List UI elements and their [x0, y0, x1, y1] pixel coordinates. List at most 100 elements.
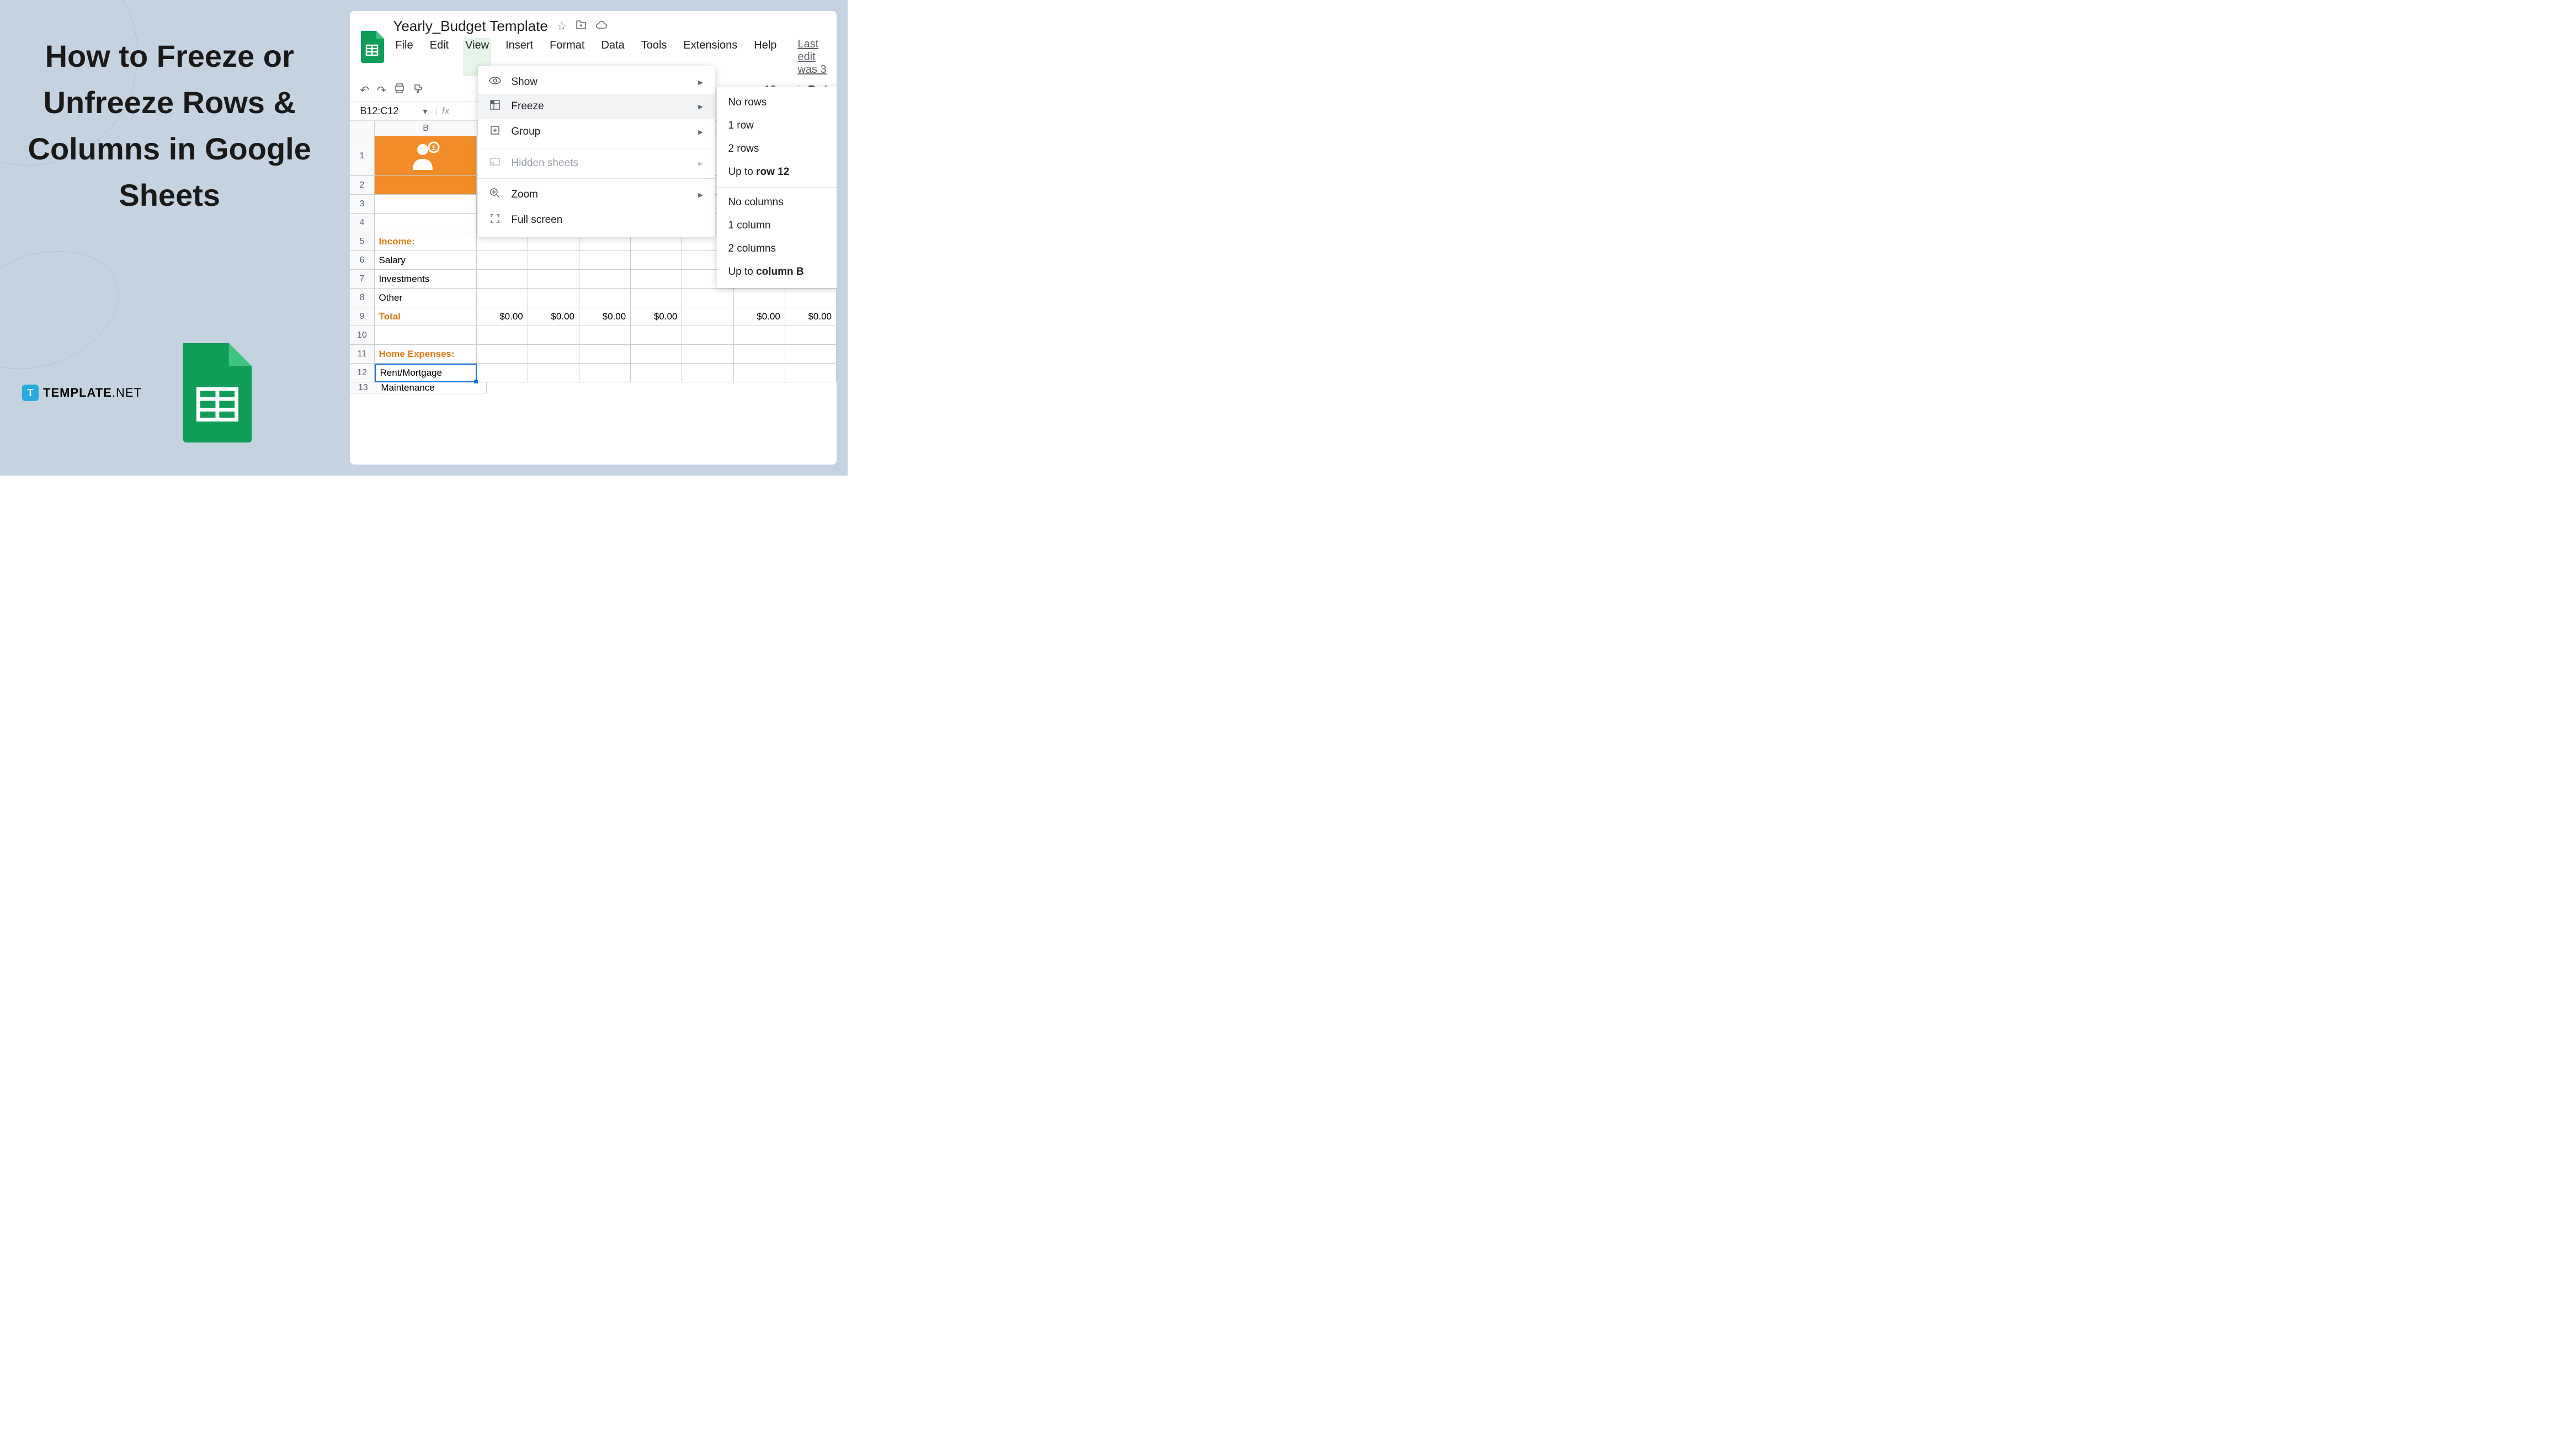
menu-label: Hidden sheets	[511, 157, 578, 169]
cell[interactable]	[528, 345, 579, 364]
cell[interactable]	[631, 251, 682, 270]
row-header-11[interactable]: 11	[350, 345, 374, 364]
row-header-7[interactable]: 7	[350, 270, 374, 289]
cell[interactable]	[785, 289, 837, 307]
cell[interactable]	[375, 214, 477, 232]
cell[interactable]	[682, 326, 733, 345]
cell[interactable]	[579, 251, 631, 270]
cell-other[interactable]: Other	[375, 289, 477, 307]
submenu-no-columns[interactable]: No columns	[717, 191, 837, 214]
cell[interactable]	[631, 270, 682, 289]
cell-salary[interactable]: Salary	[375, 251, 477, 270]
menu-item-freeze[interactable]: Freeze ►	[478, 94, 715, 119]
cell[interactable]	[375, 176, 477, 195]
cell[interactable]	[528, 251, 579, 270]
selection-handle[interactable]	[474, 380, 478, 383]
row-header-10[interactable]: 10	[350, 326, 374, 345]
cell[interactable]	[579, 364, 631, 382]
cell[interactable]	[631, 364, 682, 382]
menu-item-fullscreen[interactable]: Full screen	[478, 207, 715, 233]
row-header-6[interactable]: 6	[350, 251, 374, 270]
cell[interactable]	[734, 289, 785, 307]
cell[interactable]	[528, 270, 579, 289]
cell[interactable]	[579, 270, 631, 289]
row-header-5[interactable]: 5	[350, 232, 374, 251]
cell[interactable]	[682, 289, 733, 307]
menu-help[interactable]: Help	[752, 38, 779, 76]
cell[interactable]	[631, 289, 682, 307]
cell-money[interactable]: $0.00	[528, 307, 579, 326]
cell[interactable]	[682, 364, 733, 382]
row-header-3[interactable]: 3	[350, 195, 374, 214]
cell[interactable]	[631, 345, 682, 364]
cell[interactable]	[579, 345, 631, 364]
cell[interactable]	[477, 251, 528, 270]
cell[interactable]	[785, 345, 837, 364]
submenu-up-to-row[interactable]: Up to row 12	[717, 161, 837, 184]
cell[interactable]	[477, 289, 528, 307]
undo-button[interactable]: ↶	[360, 83, 369, 97]
cell[interactable]	[785, 364, 837, 382]
print-button[interactable]	[394, 83, 405, 97]
submenu-1-column[interactable]: 1 column	[717, 214, 837, 237]
document-title[interactable]: Yearly_Budget Template	[393, 18, 547, 35]
cell[interactable]	[477, 345, 528, 364]
row-header-4[interactable]: 4	[350, 214, 374, 232]
cell[interactable]	[734, 345, 785, 364]
submenu-2-columns[interactable]: 2 columns	[717, 237, 837, 260]
menu-item-group[interactable]: Group ►	[478, 119, 715, 145]
cell-money[interactable]: $0.00	[631, 307, 682, 326]
cell-total[interactable]: Total	[375, 307, 477, 326]
row-header-12[interactable]: 12	[350, 364, 374, 382]
cell[interactable]	[375, 326, 477, 345]
row-header-2[interactable]: 2	[350, 176, 374, 195]
cell-image[interactable]: $	[375, 136, 477, 176]
cell[interactable]	[375, 195, 477, 214]
cell[interactable]	[682, 345, 733, 364]
cell-rent-selected[interactable]: Rent/Mortgage	[375, 364, 477, 382]
cell-investments[interactable]: Investments	[375, 270, 477, 289]
cloud-icon[interactable]	[595, 20, 608, 33]
cell[interactable]	[528, 364, 579, 382]
star-icon[interactable]: ☆	[557, 19, 567, 33]
submenu-2-rows[interactable]: 2 rows	[717, 137, 837, 161]
cell-money[interactable]: $0.00	[477, 307, 528, 326]
cell[interactable]	[682, 307, 733, 326]
cell-maintenance[interactable]: Maintenance	[376, 382, 487, 393]
last-edit-link[interactable]: Last edit was 3	[797, 38, 827, 76]
row-header-8[interactable]: 8	[350, 289, 374, 307]
cell[interactable]	[477, 364, 528, 382]
cell[interactable]	[579, 326, 631, 345]
cell[interactable]	[477, 326, 528, 345]
submenu-up-to-column[interactable]: Up to column B	[717, 260, 837, 284]
name-box-dropdown-icon[interactable]: ▾	[423, 106, 427, 117]
row-header-9[interactable]: 9	[350, 307, 374, 326]
cell[interactable]	[734, 326, 785, 345]
cell-money[interactable]: $0.00	[734, 307, 785, 326]
row-header-13[interactable]: 13	[350, 382, 376, 393]
row-header-1[interactable]: 1	[350, 136, 374, 176]
menu-file[interactable]: File	[393, 38, 415, 76]
select-all-corner[interactable]	[350, 121, 375, 136]
cell-money[interactable]: $0.00	[785, 307, 837, 326]
move-folder-icon[interactable]	[576, 20, 587, 33]
cell-income[interactable]: Income:	[375, 232, 477, 251]
submenu-no-rows[interactable]: No rows	[717, 91, 837, 114]
menu-item-zoom[interactable]: Zoom ►	[478, 182, 715, 207]
cell-home-expenses[interactable]: Home Expenses:	[375, 345, 477, 364]
cell[interactable]	[528, 326, 579, 345]
cell[interactable]	[477, 270, 528, 289]
cell[interactable]	[785, 326, 837, 345]
submenu-1-row[interactable]: 1 row	[717, 114, 837, 137]
name-box[interactable]: B12:C12	[360, 105, 415, 117]
menu-item-show[interactable]: Show ►	[478, 71, 715, 94]
redo-button[interactable]: ↷	[377, 83, 386, 97]
cell[interactable]	[579, 289, 631, 307]
cell[interactable]	[528, 289, 579, 307]
menu-edit[interactable]: Edit	[428, 38, 451, 76]
cell-money[interactable]: $0.00	[579, 307, 631, 326]
paint-format-button[interactable]	[413, 83, 424, 97]
cell[interactable]	[631, 326, 682, 345]
cell[interactable]	[734, 364, 785, 382]
column-header-b[interactable]: B	[375, 121, 477, 136]
